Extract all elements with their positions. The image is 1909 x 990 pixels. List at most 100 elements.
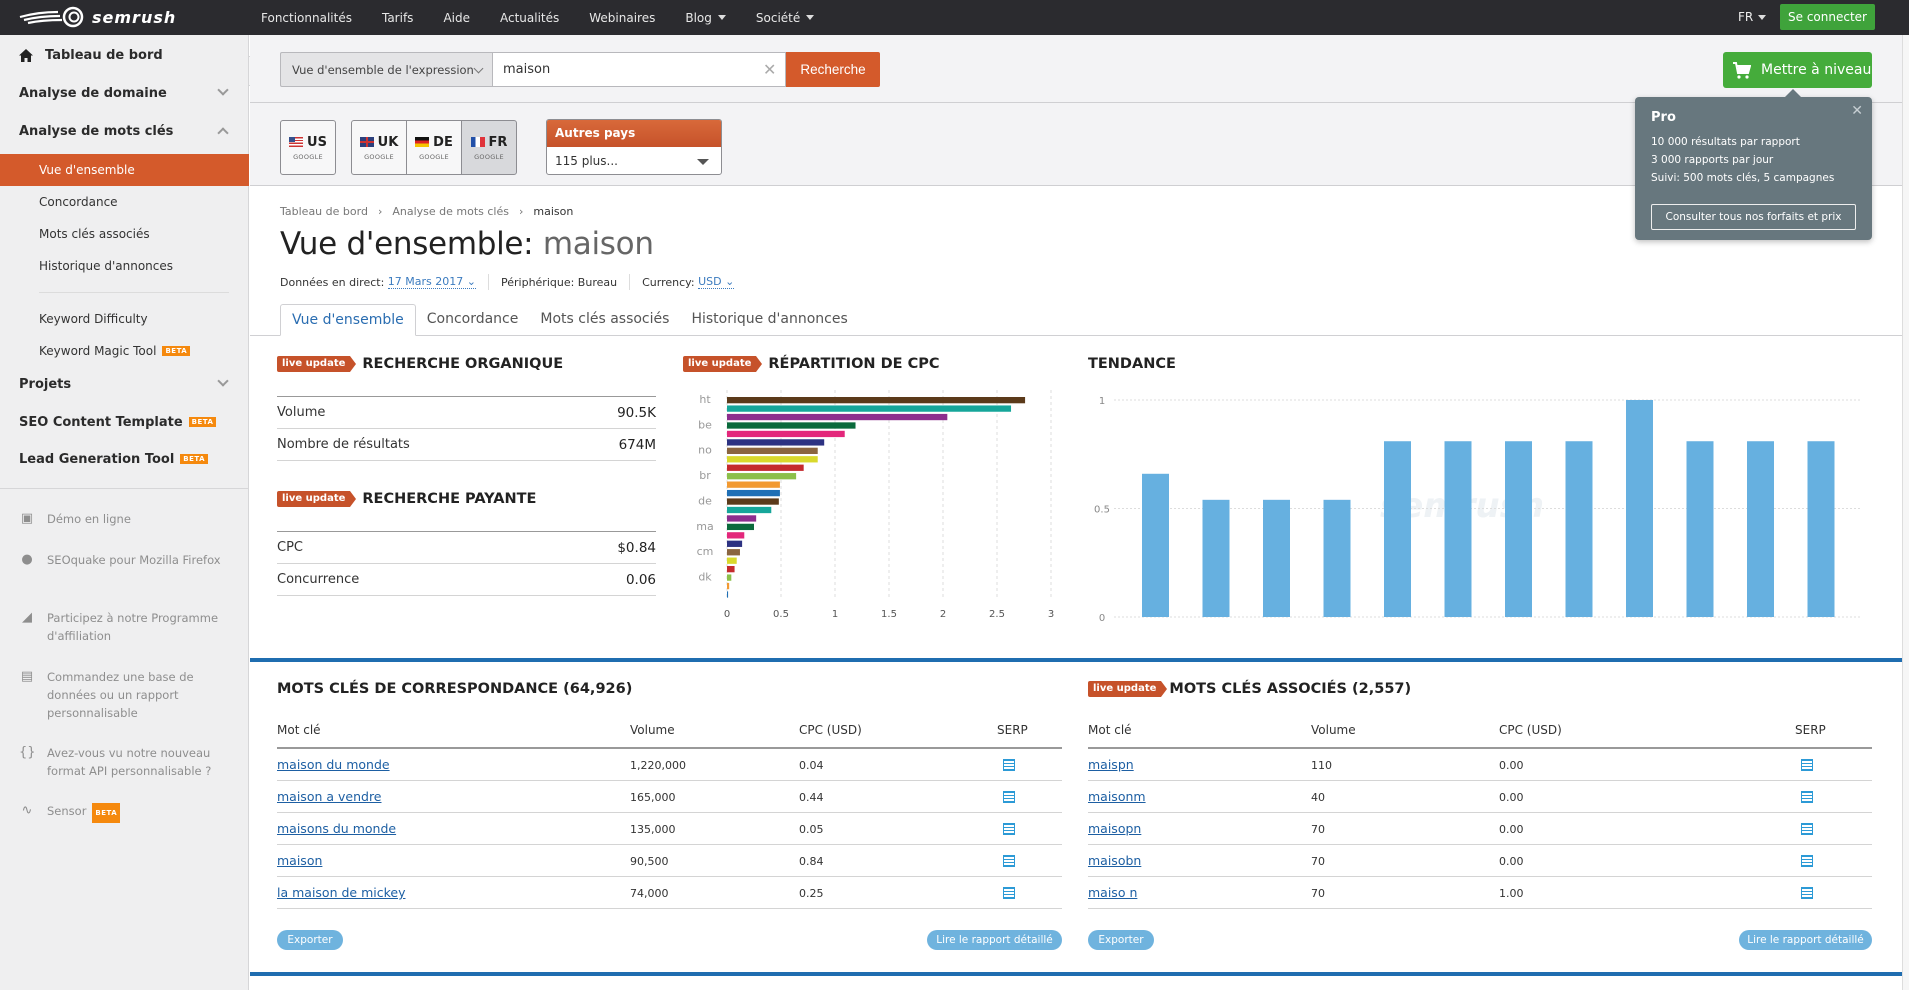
sidebar-promo-api[interactable]: {} Avez-vous vu notre nouveau format API …: [19, 744, 234, 780]
sidebar-promo-affiliate[interactable]: ◢ Participez à notre Programme d'affiliat…: [19, 609, 234, 645]
cpc-bar[interactable]: [727, 473, 797, 480]
cpc-bar[interactable]: [727, 506, 772, 514]
database-de[interactable]: DE GOOGLE: [406, 120, 462, 175]
serp-icon[interactable]: [1003, 887, 1015, 899]
nav-item-tarifs[interactable]: Tarifs: [382, 11, 413, 25]
serp-icon[interactable]: [1801, 887, 1813, 899]
serp-icon[interactable]: [1801, 823, 1813, 835]
close-icon[interactable]: ✕: [1851, 103, 1863, 119]
sidebar-promo-sensor[interactable]: ∿ Sensor BETA: [19, 802, 234, 823]
column-header[interactable]: Volume: [630, 723, 675, 737]
cpc-bar[interactable]: [727, 566, 735, 573]
currency-selector[interactable]: USD ⌄: [698, 275, 735, 289]
sidebar-item-ads-history[interactable]: Historique d'annonces: [0, 250, 249, 282]
sidebar-item-keyword-difficulty[interactable]: Keyword Difficulty: [0, 303, 249, 335]
keyword-link[interactable]: maison du monde: [277, 757, 390, 772]
full-report-button[interactable]: Lire le rapport détaillé: [927, 930, 1062, 950]
upgrade-button[interactable]: Mettre à niveau: [1723, 52, 1872, 88]
trend-bar[interactable]: [1202, 499, 1230, 617]
database-us[interactable]: US GOOGLE: [280, 120, 336, 175]
keyword-link[interactable]: maisobn: [1088, 853, 1141, 868]
keyword-link[interactable]: maisopn: [1088, 821, 1141, 836]
trend-bar[interactable]: [1505, 441, 1532, 617]
trend-bar[interactable]: [1323, 499, 1351, 617]
trend-bar[interactable]: [1807, 441, 1835, 617]
sidebar-item-overview[interactable]: Vue d'ensemble: [0, 154, 249, 186]
keyword-link[interactable]: maisonm: [1088, 789, 1146, 804]
breadcrumb-item[interactable]: Tableau de bord: [280, 205, 368, 218]
sidebar-item-keyword-analysis[interactable]: Analyse de mots clés: [0, 117, 249, 145]
cpc-bar[interactable]: [727, 413, 948, 421]
date-selector[interactable]: 17 Mars 2017 ⌄: [387, 275, 476, 289]
keyword-link[interactable]: maiso n: [1088, 885, 1137, 900]
cpc-bar[interactable]: [727, 523, 754, 531]
nav-item-fonctionnalites[interactable]: Fonctionnalités: [261, 11, 352, 25]
sidebar-item-related-keywords[interactable]: Mots clés associés: [0, 218, 249, 250]
nav-item-aide[interactable]: Aide: [443, 11, 470, 25]
trend-bar[interactable]: [1565, 441, 1593, 617]
cpc-bar[interactable]: [727, 557, 737, 564]
keyword-link[interactable]: la maison de mickey: [277, 885, 405, 900]
serp-icon[interactable]: [1801, 855, 1813, 867]
cpc-bar[interactable]: [727, 422, 856, 429]
report-type-select[interactable]: Vue d'ensemble de l'expression: [280, 52, 492, 87]
serp-icon[interactable]: [1003, 791, 1015, 803]
column-header[interactable]: CPC (USD): [799, 723, 862, 737]
keyword-link[interactable]: maispn: [1088, 757, 1134, 772]
nav-item-webinaires[interactable]: Webinaires: [589, 11, 655, 25]
cpc-bar[interactable]: [727, 447, 818, 454]
trend-bar[interactable]: [1444, 441, 1472, 617]
serp-icon[interactable]: [1003, 759, 1015, 771]
serp-icon[interactable]: [1801, 791, 1813, 803]
column-header[interactable]: SERP: [1795, 723, 1826, 737]
column-header[interactable]: CPC (USD): [1499, 723, 1562, 737]
tab-related-keywords[interactable]: Mots clés associés: [529, 304, 680, 336]
tab-ads-history[interactable]: Historique d'annonces: [680, 304, 858, 336]
export-button[interactable]: Exporter: [1088, 930, 1154, 950]
cpc-bar[interactable]: [727, 430, 845, 438]
sidebar-item-concordance[interactable]: Concordance: [0, 186, 249, 218]
language-selector[interactable]: FR: [1738, 10, 1767, 24]
trend-bar[interactable]: [1747, 441, 1774, 617]
sidebar-promo-demo[interactable]: ▣ Démo en ligne: [19, 510, 234, 528]
trend-bar[interactable]: [1142, 473, 1169, 617]
view-plans-button[interactable]: Consulter tous nos forfaits et prix: [1651, 204, 1856, 230]
search-input[interactable]: [492, 52, 786, 87]
login-button[interactable]: Se connecter: [1780, 4, 1875, 30]
sidebar-promo-custom-database[interactable]: ▤ Commandez une base de données ou un rap…: [19, 668, 234, 722]
cpc-bar[interactable]: [727, 515, 757, 522]
cpc-bar[interactable]: [727, 481, 780, 488]
nav-item-blog[interactable]: Blog: [685, 11, 726, 25]
database-uk[interactable]: UK GOOGLE: [351, 120, 407, 175]
sidebar-item-dashboard[interactable]: Tableau de bord: [0, 41, 249, 69]
page-scrollbar[interactable]: [1902, 35, 1909, 990]
keyword-link[interactable]: maisons du monde: [277, 821, 396, 836]
serp-icon[interactable]: [1003, 855, 1015, 867]
column-header[interactable]: Volume: [1311, 723, 1356, 737]
cpc-bar[interactable]: [727, 582, 730, 590]
cpc-bar[interactable]: [727, 397, 1026, 404]
cpc-bar[interactable]: [727, 456, 818, 463]
cpc-bar[interactable]: [727, 549, 740, 556]
column-header[interactable]: SERP: [997, 723, 1028, 737]
column-header[interactable]: Mot clé: [1088, 723, 1132, 737]
cpc-bar[interactable]: [727, 591, 729, 598]
tab-concordance[interactable]: Concordance: [416, 304, 530, 336]
column-header[interactable]: Mot clé: [277, 723, 321, 737]
nav-item-societe[interactable]: Société: [756, 11, 815, 25]
serp-icon[interactable]: [1003, 823, 1015, 835]
trend-bar[interactable]: [1626, 400, 1653, 617]
breadcrumb-item[interactable]: Analyse de mots clés: [392, 205, 509, 218]
sidebar-item-domain-analysis[interactable]: Analyse de domaine: [0, 79, 249, 107]
tab-overview[interactable]: Vue d'ensemble: [280, 304, 416, 336]
trend-bar[interactable]: [1384, 441, 1411, 617]
serp-icon[interactable]: [1801, 759, 1813, 771]
keyword-link[interactable]: maison a vendre: [277, 789, 382, 804]
cpc-bar[interactable]: [727, 540, 743, 547]
full-report-button[interactable]: Lire le rapport détaillé: [1739, 930, 1872, 950]
clear-icon[interactable]: ✕: [763, 60, 776, 79]
cpc-bar[interactable]: [727, 439, 825, 446]
sidebar-item-seo-content-template[interactable]: SEO Content Template BETA: [0, 408, 249, 436]
trend-bar[interactable]: [1263, 499, 1290, 617]
keyword-link[interactable]: maison: [277, 853, 322, 868]
